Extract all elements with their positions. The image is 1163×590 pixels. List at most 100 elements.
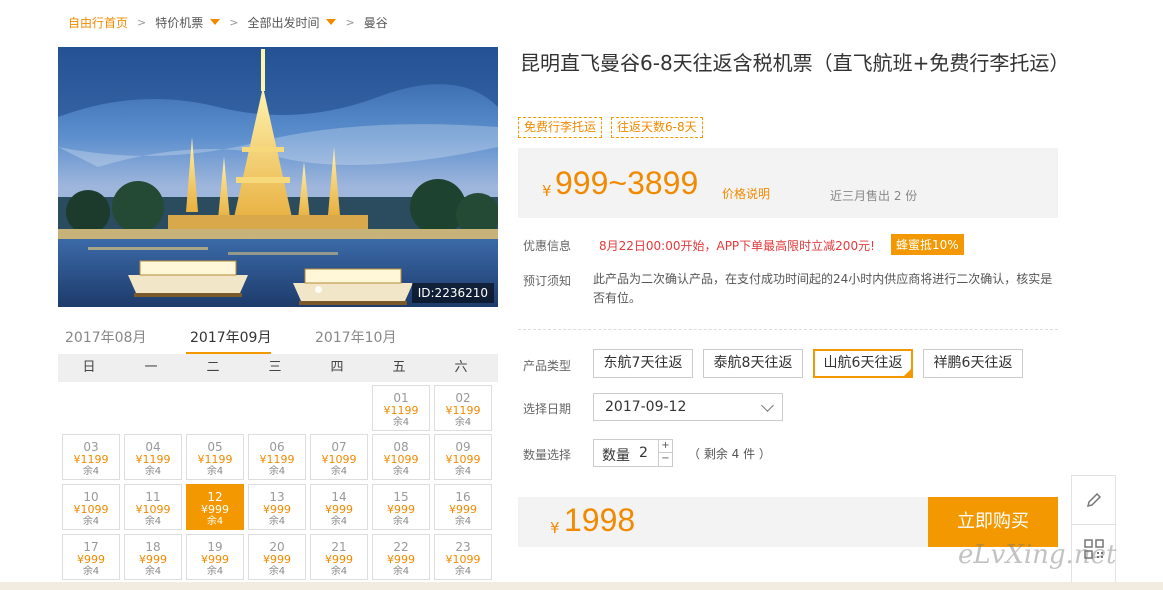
quantity-value[interactable]: 2	[639, 445, 648, 461]
breadcrumb-category-label: 特价机票	[155, 15, 204, 30]
calendar-day-remaining: 余4	[206, 466, 224, 477]
calendar-day-price: ¥1099	[445, 553, 481, 566]
calendar-day-price: ¥999	[77, 553, 105, 566]
caret-down-icon	[326, 19, 337, 25]
calendar: 日 一 二 三 四 五 六 01 ¥1199 余4 02 ¥1199 余4 03 ¥1199 余…	[58, 354, 498, 580]
calendar-day-cell[interactable]: 17 ¥999 余4	[62, 534, 120, 580]
calendar-day-price: ¥999	[263, 553, 291, 566]
calendar-day-price: ¥1199	[135, 453, 171, 466]
calendar-day-cell[interactable]: 22 ¥999 余4	[372, 534, 430, 580]
price-note-link[interactable]: 价格说明	[722, 185, 770, 202]
section-divider	[518, 329, 1058, 330]
calendar-day-cell[interactable]: 03 ¥1199 余4	[62, 434, 120, 480]
calendar-day-cell[interactable]: 13 ¥999 余4	[248, 484, 306, 530]
breadcrumb-category-dropdown[interactable]: 特价机票	[155, 14, 221, 31]
calendar-day-price: ¥999	[139, 553, 167, 566]
calendar-day-remaining: 余4	[144, 466, 162, 477]
calendar-day-price: ¥999	[325, 503, 353, 516]
date-select-value: 2017-09-12	[605, 399, 687, 415]
price-range: 999~3899	[555, 165, 699, 201]
calendar-day-cell[interactable]: 09 ¥1099 余4	[434, 434, 492, 480]
tab-month-oct[interactable]: 2017年10月	[315, 327, 396, 347]
breadcrumb-home-link[interactable]: 自由行首页	[68, 14, 128, 31]
product-option-xiangpeng[interactable]: 祥鹏6天往返	[923, 349, 1023, 378]
calendar-day-cell[interactable]: 10 ¥1099 余4	[62, 484, 120, 530]
calendar-day-cell[interactable]: 15 ¥999 余4	[372, 484, 430, 530]
calendar-day-cell[interactable]: 04 ¥1199 余4	[124, 434, 182, 480]
calendar-day-remaining: 余4	[454, 417, 472, 428]
calendar-day-remaining: 余4	[392, 466, 410, 477]
total-price: 1998	[564, 502, 636, 538]
weekday-label: 二	[206, 360, 220, 375]
calendar-day-cell[interactable]: 16 ¥999 余4	[434, 484, 492, 530]
currency-symbol: ¥	[542, 182, 552, 200]
quantity-label: 数量选择	[523, 448, 572, 462]
breadcrumb-separator: >	[345, 15, 355, 29]
calendar-day-remaining: 余4	[454, 516, 472, 527]
product-option-taihang[interactable]: 泰航8天往返	[703, 349, 803, 378]
calendar-day-price: ¥1099	[383, 453, 419, 466]
pencil-icon	[1086, 492, 1101, 508]
hero-image[interactable]: ID:2236210	[58, 47, 498, 307]
date-select[interactable]: 2017-09-12	[593, 393, 783, 421]
calendar-day-remaining: 余4	[82, 516, 100, 527]
calendar-day-cell[interactable]: 05 ¥1199 余4	[186, 434, 244, 480]
calendar-day-cell[interactable]: 14 ¥999 余4	[310, 484, 368, 530]
carousel-dot[interactable]	[315, 286, 322, 293]
calendar-day-cell[interactable]: 20 ¥999 余4	[248, 534, 306, 580]
breadcrumb-separator: >	[137, 15, 147, 29]
calendar-weekday-header: 日 一 二 三 四 五 六	[58, 354, 498, 382]
breadcrumb-separator: >	[229, 15, 239, 29]
calendar-day-price: ¥1099	[73, 503, 109, 516]
weekday-label: 六	[454, 360, 468, 375]
booking-notice-text: 此产品为二次确认产品，在支付成功时间起的24小时内供应商将进行二次确认，核实是否…	[593, 272, 1053, 305]
weekday-label: 五	[392, 360, 406, 375]
calendar-day-price: ¥999	[387, 503, 415, 516]
temple-illustration	[58, 47, 498, 307]
calendar-day-cell[interactable]: 19 ¥999 余4	[186, 534, 244, 580]
sold-count: 近三月售出 2 份	[830, 189, 918, 203]
product-option-donghang[interactable]: 东航7天往返	[593, 349, 693, 378]
calendar-day-cell[interactable]: 11 ¥1099 余4	[124, 484, 182, 530]
calendar-day-cell[interactable]: 08 ¥1099 余4	[372, 434, 430, 480]
calendar-day-remaining: 余4	[268, 566, 286, 577]
calendar-day-cell[interactable]: 21 ¥999 余4	[310, 534, 368, 580]
calendar-day-cell[interactable]: 23 ¥1099 余4	[434, 534, 492, 580]
calendar-day-remaining: 余4	[330, 566, 348, 577]
calendar-day-price: ¥1099	[135, 503, 171, 516]
calendar-day-price: ¥1199	[197, 453, 233, 466]
calendar-day-cell[interactable]: 07 ¥1099 余4	[310, 434, 368, 480]
calendar-day-cell[interactable]: 01 ¥1199 余4	[372, 385, 430, 431]
product-option-shanhang[interactable]: 山航6天往返	[813, 349, 913, 378]
chevron-down-icon	[761, 399, 774, 412]
product-title: 昆明直飞曼谷6-8天往返含税机票（直飞航班+免费行李托运）	[520, 51, 1070, 75]
feedback-button[interactable]	[1072, 476, 1115, 524]
quantity-minus-button[interactable]: −	[658, 453, 672, 466]
calendar-day-remaining: 余4	[206, 566, 224, 577]
quantity-field-label: 数量	[602, 448, 630, 464]
calendar-day-price: ¥1099	[321, 453, 357, 466]
tag-free-baggage: 免费行李托运	[518, 117, 603, 138]
offers-label: 优惠信息	[523, 239, 572, 253]
breadcrumb-departure-label: 全部出发时间	[247, 15, 320, 30]
bottom-strip	[0, 582, 1163, 590]
calendar-day-remaining: 余4	[330, 516, 348, 527]
calendar-day-price: ¥999	[201, 503, 229, 516]
calendar-day-cell[interactable]: 12 ¥999 余4	[186, 484, 244, 530]
calendar-day-cell[interactable]: 18 ¥999 余4	[124, 534, 182, 580]
promo-text: 8月22日00:00开始，APP下单最高限时立减200元!	[599, 239, 875, 253]
calendar-day-price: ¥1199	[73, 453, 109, 466]
watermark: eLvXing.net	[958, 540, 1117, 570]
date-select-label: 选择日期	[523, 402, 572, 416]
booking-notice-label: 预订须知	[523, 274, 572, 288]
calendar-day-cell[interactable]: 02 ¥1199 余4	[434, 385, 492, 431]
quantity-plus-button[interactable]: +	[658, 440, 672, 453]
month-tabs: 2017年08月 2017年09月 2017年10月	[58, 322, 498, 356]
quantity-stepper: 数量 2 + −	[593, 439, 673, 467]
weekday-label: 一	[144, 360, 158, 375]
breadcrumb-departure-dropdown[interactable]: 全部出发时间	[247, 14, 337, 31]
tab-month-aug[interactable]: 2017年08月	[65, 327, 146, 347]
calendar-day-remaining: 余4	[144, 516, 162, 527]
calendar-day-cell[interactable]: 06 ¥1199 余4	[248, 434, 306, 480]
tab-month-sep[interactable]: 2017年09月	[190, 327, 271, 347]
